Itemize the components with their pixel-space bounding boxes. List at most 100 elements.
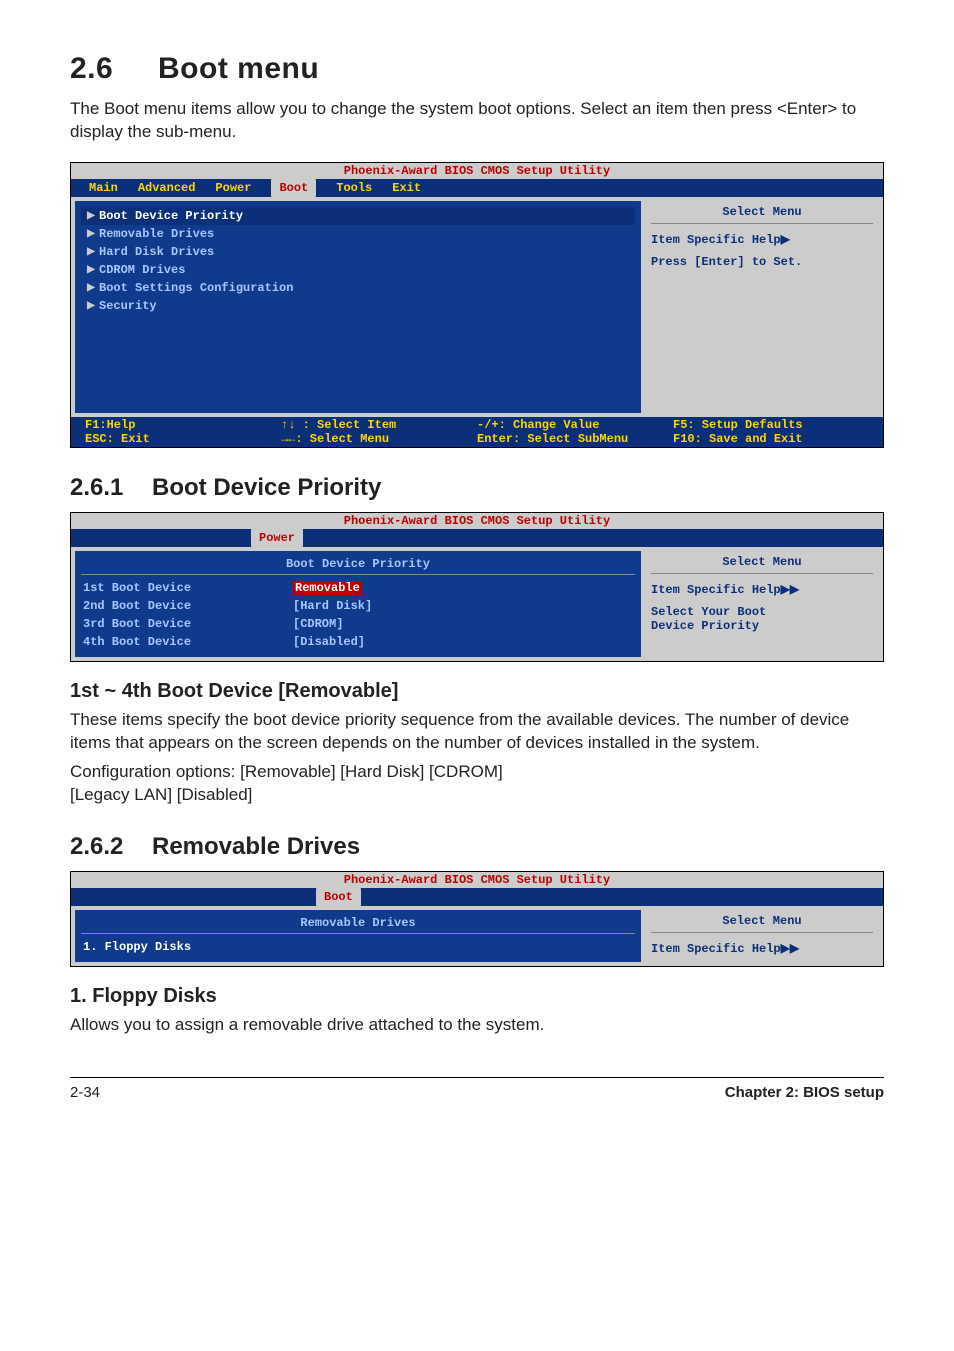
row-3rd-boot-device[interactable]: 3rd Boot Device [CDROM] <box>81 615 635 633</box>
page-footer: 2-34 Chapter 2: BIOS setup <box>70 1077 884 1101</box>
bios-menu-list: ▶ Boot Device Priority ▶ Removable Drive… <box>75 201 641 413</box>
item-heading-floppy: 1. Floppy Disks <box>70 985 884 1008</box>
subsection-number: 2.6.1 <box>70 474 152 502</box>
bios-removable-panel: Phoenix-Award BIOS CMOS Setup Utility Bo… <box>70 871 884 967</box>
item-paragraph: These items specify the boot device prio… <box>70 709 884 755</box>
row-label: 2nd Boot Device <box>83 599 293 613</box>
tab-power[interactable]: Power <box>215 181 251 195</box>
item-paragraph: Configuration options: [Removable] [Hard… <box>70 761 884 784</box>
menu-label: Security <box>99 299 157 313</box>
footer-text: F10: Save and Exit <box>673 432 803 446</box>
menu-boot-settings-configuration[interactable]: ▶ Boot Settings Configuration <box>81 279 635 297</box>
submenu-arrow-icon: ▶ <box>83 228 99 239</box>
row-4th-boot-device[interactable]: 4th Boot Device [Disabled] <box>81 633 635 651</box>
page-number: 2-34 <box>70 1084 100 1101</box>
right-arrow-icon: ▶ <box>781 232 790 246</box>
help-text: Item Specific Help <box>651 942 781 956</box>
help-line-1: Item Specific Help▶▶ <box>651 582 873 597</box>
bios-tabs: Power <box>71 529 883 547</box>
bios-help-pane: Select Menu Item Specific Help▶ Press [E… <box>645 201 879 413</box>
submenu-arrow-icon: ▶ <box>83 210 99 221</box>
menu-label: Hard Disk Drives <box>99 245 214 259</box>
help-line-1: Item Specific Help▶ <box>651 232 873 247</box>
bios-titlebar: Phoenix-Award BIOS CMOS Setup Utility <box>71 513 883 529</box>
chapter-label: Chapter 2: BIOS setup <box>725 1084 884 1101</box>
row-value: Removable <box>293 581 362 595</box>
row-label: 4th Boot Device <box>83 635 293 649</box>
tab-main[interactable]: Main <box>89 181 118 195</box>
help-line-1: Item Specific Help▶▶ <box>651 941 873 956</box>
row-value: [Disabled] <box>293 635 365 649</box>
row-1st-boot-device[interactable]: 1st Boot Device Removable <box>81 579 635 597</box>
menu-label: Removable Drives <box>99 227 214 241</box>
help-line-2: Press [Enter] to Set. <box>651 255 873 269</box>
menu-hard-disk-drives[interactable]: ▶ Hard Disk Drives <box>81 243 635 261</box>
row-2nd-boot-device[interactable]: 2nd Boot Device [Hard Disk] <box>81 597 635 615</box>
right-arrow-icon: ▶▶ <box>781 941 799 955</box>
row-floppy-disks[interactable]: 1. Floppy Disks <box>81 938 635 956</box>
bios-tabs: Boot <box>71 888 883 906</box>
bios-menu-list: Boot Device Priority 1st Boot Device Rem… <box>75 551 641 657</box>
intro-paragraph: The Boot menu items allow you to change … <box>70 98 884 144</box>
right-arrow-icon: ▶▶ <box>781 582 799 596</box>
footer-col-4: F5: Setup Defaults F10: Save and Exit <box>673 418 869 446</box>
menu-boot-device-priority[interactable]: ▶ Boot Device Priority <box>81 207 635 225</box>
menu-label: Boot Device Priority <box>99 209 243 223</box>
footer-text: F5: Setup Defaults <box>673 418 803 432</box>
tab-advanced[interactable]: Advanced <box>138 181 196 195</box>
footer-text: ↑↓ : Select Item <box>281 418 396 432</box>
row-label: 1. Floppy Disks <box>83 940 191 954</box>
footer-text: Enter: Select SubMenu <box>477 432 628 446</box>
subsection-heading-262: 2.6.2Removable Drives <box>70 833 884 861</box>
help-line-3: Device Priority <box>651 619 873 633</box>
footer-col-3: -/+: Change Value Enter: Select SubMenu <box>477 418 673 446</box>
menu-security[interactable]: ▶ Security <box>81 297 635 315</box>
section-title: Boot menu <box>158 52 319 85</box>
section-number: 2.6 <box>70 52 158 86</box>
row-label: 1st Boot Device <box>83 581 293 595</box>
bios-titlebar: Phoenix-Award BIOS CMOS Setup Utility <box>71 872 883 888</box>
subsection-heading-261: 2.6.1Boot Device Priority <box>70 474 884 502</box>
footer-text: ESC: Exit <box>85 432 150 446</box>
footer-text: -/+: Change Value <box>477 418 599 432</box>
footer-text: →←: Select Menu <box>281 432 389 446</box>
footer-col-2: ↑↓ : Select Item →←: Select Menu <box>281 418 477 446</box>
menu-label: CDROM Drives <box>99 263 185 277</box>
bios-footer: F1:Help ESC: Exit ↑↓ : Select Item →←: S… <box>71 417 883 447</box>
tab-boot[interactable]: Boot <box>316 888 361 906</box>
item-heading-boot-device: 1st ~ 4th Boot Device [Removable] <box>70 680 884 703</box>
tab-boot[interactable]: Boot <box>271 179 316 197</box>
submenu-arrow-icon: ▶ <box>83 264 99 275</box>
row-value: [CDROM] <box>293 617 343 631</box>
submenu-arrow-icon: ▶ <box>83 282 99 293</box>
bios-main-panel: Phoenix-Award BIOS CMOS Setup Utility Ma… <box>70 162 884 448</box>
menu-cdrom-drives[interactable]: ▶ CDROM Drives <box>81 261 635 279</box>
subsection-title: Removable Drives <box>152 833 360 860</box>
subsection-title: Boot Device Priority <box>152 474 381 501</box>
submenu-arrow-icon: ▶ <box>83 246 99 257</box>
subsection-number: 2.6.2 <box>70 833 152 861</box>
bios-titlebar: Phoenix-Award BIOS CMOS Setup Utility <box>71 163 883 179</box>
bios-help-pane: Select Menu Item Specific Help▶▶ <box>645 910 879 962</box>
item-paragraph: Allows you to assign a removable drive a… <box>70 1014 884 1037</box>
bios-priority-panel: Phoenix-Award BIOS CMOS Setup Utility Po… <box>70 512 884 662</box>
help-select-menu: Select Menu <box>651 205 873 224</box>
bios-subheader: Removable Drives <box>81 916 635 934</box>
bios-menu-list: Removable Drives 1. Floppy Disks <box>75 910 641 962</box>
section-heading: 2.6Boot menu <box>70 52 884 86</box>
help-line-2: Select Your Boot <box>651 605 873 619</box>
tab-exit[interactable]: Exit <box>392 181 421 195</box>
help-text: Item Specific Help <box>651 233 781 247</box>
footer-text: F1:Help <box>85 418 135 432</box>
footer-col-1: F1:Help ESC: Exit <box>85 418 281 446</box>
bios-subheader: Boot Device Priority <box>81 557 635 575</box>
help-text: Item Specific Help <box>651 583 781 597</box>
submenu-arrow-icon: ▶ <box>83 300 99 311</box>
bios-tabs: Main Advanced Power Boot Tools Exit <box>71 179 883 197</box>
item-paragraph: [Legacy LAN] [Disabled] <box>70 784 884 807</box>
menu-removable-drives[interactable]: ▶ Removable Drives <box>81 225 635 243</box>
tab-power[interactable]: Power <box>251 529 303 547</box>
bios-help-pane: Select Menu Item Specific Help▶▶ Select … <box>645 551 879 657</box>
help-select-menu: Select Menu <box>651 555 873 574</box>
tab-tools[interactable]: Tools <box>336 181 372 195</box>
